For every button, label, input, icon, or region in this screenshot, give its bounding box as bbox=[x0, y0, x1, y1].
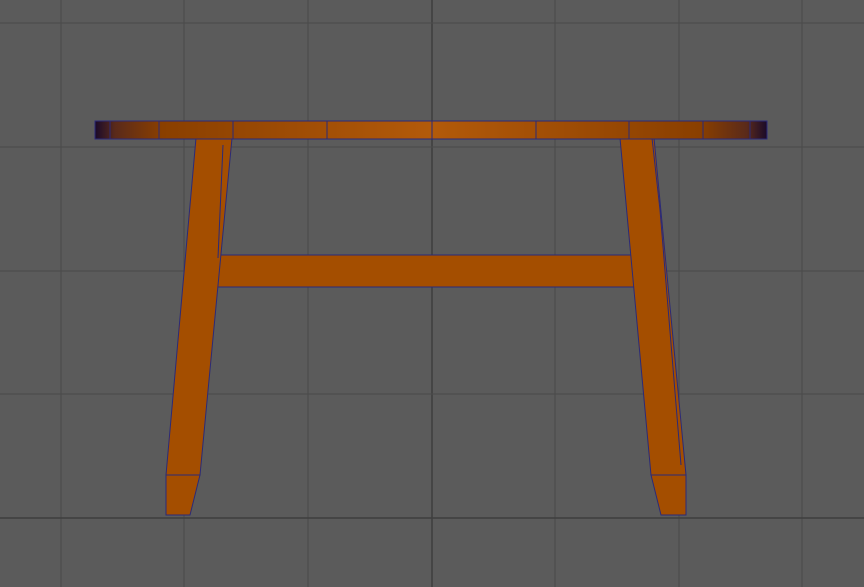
table-mesh-icon[interactable] bbox=[94, 120, 768, 516]
table-leg-left[interactable] bbox=[165, 137, 233, 516]
table-stretcher[interactable] bbox=[213, 254, 639, 288]
scene-canvas[interactable] bbox=[0, 0, 864, 587]
viewport-3d[interactable] bbox=[0, 0, 864, 587]
table-top[interactable] bbox=[94, 120, 768, 140]
table-leg-right[interactable] bbox=[619, 137, 687, 516]
viewport-grid bbox=[0, 0, 864, 587]
